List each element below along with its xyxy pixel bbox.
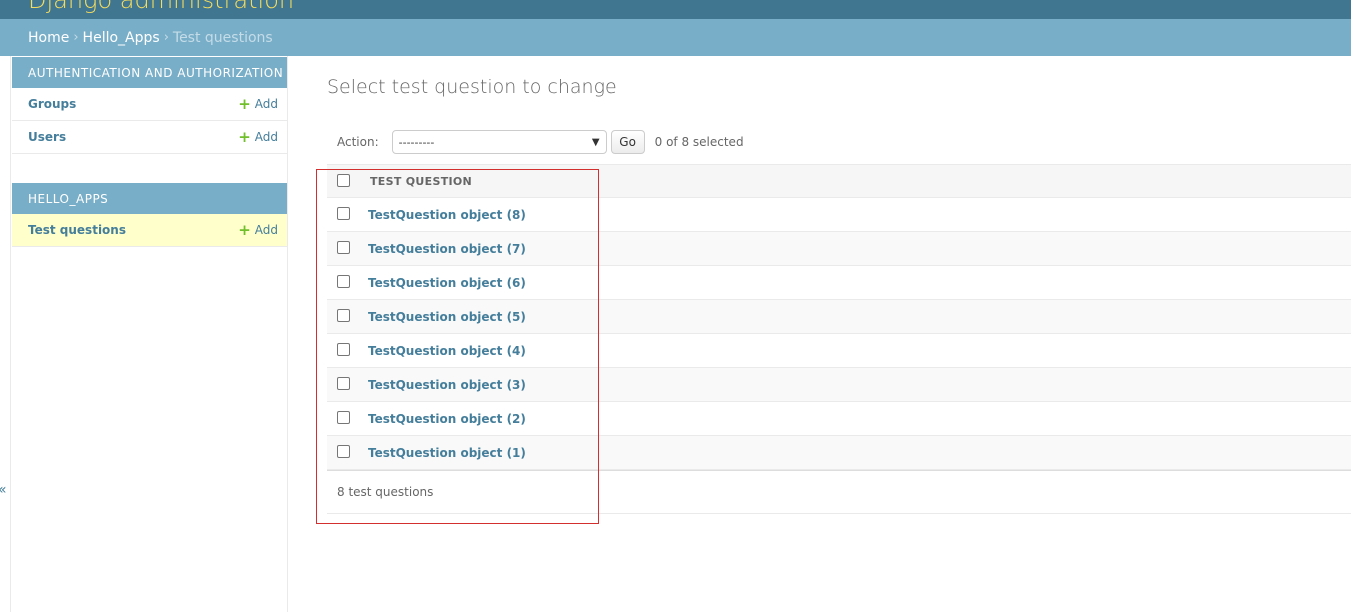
sidebar-toggle[interactable]: « <box>0 56 11 612</box>
page-title: Select test question to change <box>327 76 617 98</box>
row-link[interactable]: TestQuestion object (4) <box>368 344 526 358</box>
row-checkbox[interactable] <box>337 206 350 220</box>
row-link[interactable]: TestQuestion object (2) <box>368 412 526 426</box>
breadcrumb-separator: › <box>163 30 169 45</box>
action-label: Action: <box>337 135 379 149</box>
site-name[interactable]: Django administration <box>28 0 294 14</box>
selected-count: 0 of 8 selected <box>654 135 744 149</box>
module-caption-hello-apps[interactable]: HELLO_APPS <box>12 183 287 214</box>
plus-icon: + <box>238 220 251 239</box>
row-checkbox[interactable] <box>337 376 350 390</box>
row-link[interactable]: TestQuestion object (5) <box>368 310 526 324</box>
row-link[interactable]: TestQuestion object (7) <box>368 242 526 256</box>
breadcrumb-app[interactable]: Hello_Apps <box>83 30 160 46</box>
go-button[interactable]: Go <box>610 130 645 154</box>
paginator: 8 test questions <box>327 470 1351 514</box>
breadcrumb: Home › Hello_Apps › Test questions <box>0 19 1351 56</box>
table-row: TestQuestion object (5) <box>327 300 1351 334</box>
sidebar-item-groups: Groups + Add <box>12 88 287 121</box>
sidebar-item-users: Users + Add <box>12 121 287 154</box>
row-link[interactable]: TestQuestion object (8) <box>368 208 526 222</box>
chevron-down-icon: ▼ <box>591 136 600 148</box>
table-row: TestQuestion object (1) <box>327 436 1351 470</box>
row-link[interactable]: TestQuestion object (3) <box>368 378 526 392</box>
plus-icon: + <box>238 94 251 113</box>
row-link[interactable]: TestQuestion object (1) <box>368 446 526 460</box>
table-row: TestQuestion object (8) <box>327 198 1351 232</box>
add-label: Add <box>254 223 278 237</box>
table-header: TEST QUESTION <box>327 164 1351 198</box>
add-users-button[interactable]: + Add <box>238 127 278 146</box>
column-header-test-question[interactable]: TEST QUESTION <box>370 175 472 188</box>
table-row: TestQuestion object (4) <box>327 334 1351 368</box>
row-checkbox[interactable] <box>337 308 350 322</box>
add-groups-button[interactable]: + Add <box>238 94 278 113</box>
breadcrumb-separator: › <box>73 30 79 45</box>
sidebar-link-users[interactable]: Users <box>28 130 66 144</box>
row-checkbox[interactable] <box>337 240 350 254</box>
sidebar-link-groups[interactable]: Groups <box>28 97 76 111</box>
result-list: TEST QUESTION TestQuestion object (8) Te… <box>327 164 1351 514</box>
add-test-question-button[interactable]: + Add <box>238 220 278 239</box>
action-select[interactable]: --------- ▼ <box>391 130 607 154</box>
sidebar-link-test-questions[interactable]: Test questions <box>28 223 126 237</box>
table-row: TestQuestion object (6) <box>327 266 1351 300</box>
row-checkbox[interactable] <box>337 410 350 424</box>
sidebar-item-test-questions: Test questions + Add <box>12 214 287 247</box>
row-checkbox[interactable] <box>337 444 350 458</box>
row-checkbox[interactable] <box>337 274 350 288</box>
module-caption-auth[interactable]: AUTHENTICATION AND AUTHORIZATION <box>12 57 287 88</box>
select-all-checkbox[interactable] <box>337 173 350 187</box>
table-row: TestQuestion object (3) <box>327 368 1351 402</box>
site-header: Django administration <box>0 0 1351 19</box>
collapse-sidebar-icon[interactable]: « <box>0 482 7 498</box>
row-checkbox[interactable] <box>337 342 350 356</box>
breadcrumb-current: Test questions <box>172 29 273 46</box>
table-row: TestQuestion object (7) <box>327 232 1351 266</box>
add-label: Add <box>254 97 278 111</box>
row-link[interactable]: TestQuestion object (6) <box>368 276 526 290</box>
actions-bar: Action: --------- ▼ Go 0 of 8 selected <box>327 130 744 154</box>
plus-icon: + <box>238 127 251 146</box>
breadcrumb-home[interactable]: Home <box>28 30 69 46</box>
action-select-value: --------- <box>398 135 435 149</box>
table-row: TestQuestion object (2) <box>327 402 1351 436</box>
module-hello-apps: HELLO_APPS Test questions + Add <box>12 183 287 247</box>
add-label: Add <box>254 130 278 144</box>
module-auth: AUTHENTICATION AND AUTHORIZATION Groups … <box>12 57 287 154</box>
